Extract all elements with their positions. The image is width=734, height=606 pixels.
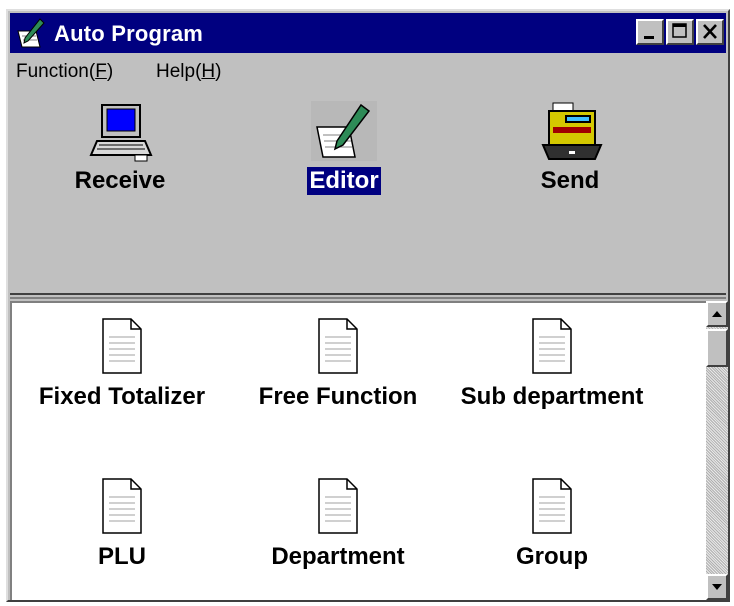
menu-function[interactable]: Function(F) — [16, 61, 113, 83]
menu-bar: Function(F) Help(H) — [10, 54, 726, 88]
close-icon — [703, 24, 717, 39]
editor-tool[interactable]: Editor — [264, 101, 424, 195]
arrow-down-icon — [712, 584, 722, 590]
file-label: Sub department — [460, 383, 644, 410]
file-item[interactable]: Sub department — [452, 317, 652, 411]
receive-tool[interactable]: Receive — [40, 101, 200, 195]
file-item[interactable]: PLU — [22, 477, 222, 571]
app-pen-icon — [16, 17, 46, 49]
file-label: Department — [271, 543, 405, 570]
send-tool[interactable]: Send — [490, 101, 650, 195]
cash-register-icon — [541, 102, 603, 160]
maximize-button[interactable] — [666, 19, 694, 45]
title-bar[interactable]: Auto Program — [10, 13, 726, 53]
file-item[interactable]: Free Function — [238, 317, 438, 411]
file-label: PLU — [98, 543, 146, 570]
computer-icon — [89, 104, 153, 162]
file-list-pane: Fixed Totalizer Free Function Sub depart… — [10, 301, 706, 600]
file-item[interactable]: Fixed Totalizer — [22, 317, 222, 411]
file-label: Fixed Totalizer — [38, 383, 206, 410]
file-item[interactable]: Department — [238, 477, 438, 571]
tool-pane: Receive Editor Send — [10, 89, 726, 293]
pen-notepad-icon — [311, 101, 377, 161]
document-icon — [532, 478, 572, 534]
tool-label: Receive — [74, 167, 166, 194]
minimize-icon — [644, 36, 654, 39]
maximize-icon — [672, 23, 687, 38]
pane-splitter[interactable] — [10, 293, 726, 299]
vertical-scrollbar[interactable] — [706, 301, 728, 600]
scroll-up-button[interactable] — [706, 301, 728, 327]
file-label: Free Function — [258, 383, 418, 410]
scroll-down-button[interactable] — [706, 574, 728, 600]
file-label: Group — [516, 543, 588, 570]
auto-program-window: Auto Program Function(F) Help(H) Receive — [6, 9, 730, 602]
document-icon — [318, 478, 358, 534]
scroll-thumb[interactable] — [706, 329, 728, 367]
file-item[interactable]: Group — [452, 477, 652, 571]
minimize-button[interactable] — [636, 19, 664, 45]
document-icon — [102, 318, 142, 374]
document-icon — [318, 318, 358, 374]
arrow-up-icon — [712, 311, 722, 317]
document-icon — [532, 318, 572, 374]
document-icon — [102, 478, 142, 534]
close-button[interactable] — [696, 19, 724, 45]
menu-help[interactable]: Help(H) — [156, 61, 221, 83]
tool-label: Send — [540, 167, 600, 194]
window-title: Auto Program — [54, 21, 204, 46]
tool-label: Editor — [307, 167, 381, 195]
